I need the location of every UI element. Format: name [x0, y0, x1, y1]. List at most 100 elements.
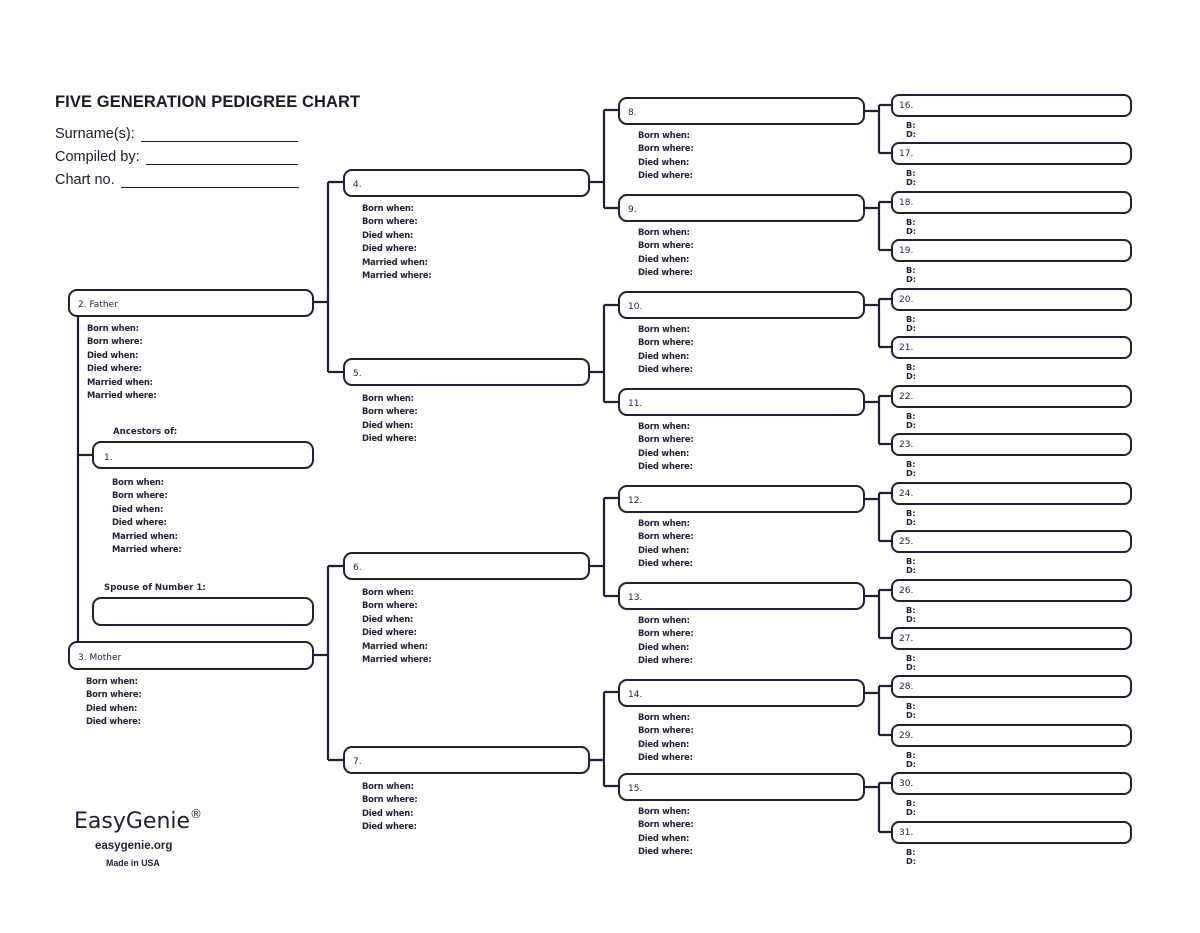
person-box-30[interactable]: 30.	[891, 772, 1132, 795]
field-label: Born where:	[86, 689, 142, 700]
person-box-31[interactable]: 31.	[891, 821, 1132, 844]
person-box-28[interactable]: 28.	[891, 675, 1132, 698]
field-label: Died where:	[362, 433, 417, 444]
brand-logo: EasyGenie®	[74, 807, 202, 834]
person-box-21[interactable]: 21.	[891, 336, 1132, 359]
person-box-24[interactable]: 24.	[891, 482, 1132, 505]
connector-6-to-12-13	[590, 496, 618, 598]
connector-14-to-28-29	[865, 684, 891, 737]
field-label: Died where:	[112, 517, 167, 528]
connector-9-to-18-19	[865, 200, 891, 252]
field-label: Born where:	[638, 531, 694, 542]
death-label: D:	[906, 516, 917, 527]
person-10-fields: Born when: Born where: Died when: Died wher…	[638, 323, 694, 377]
person-box-4[interactable]: 4.	[343, 169, 590, 197]
connector-5-to-10-11	[590, 303, 618, 404]
father-fields: Born when: Born where: Died when: Died w…	[87, 322, 157, 402]
person-label: 7.	[353, 757, 362, 767]
field-label: Died where:	[86, 716, 141, 727]
field-label: Born when:	[638, 712, 690, 722]
field-label: Died when:	[638, 641, 690, 652]
person-label: 29.	[899, 731, 914, 741]
person-19-bd: B: D:	[906, 266, 916, 283]
surname-field[interactable]	[140, 127, 298, 142]
person-box-9[interactable]: 9.	[618, 194, 865, 222]
person-box-1[interactable]: 1.	[92, 441, 314, 469]
chart-no-field[interactable]	[120, 173, 299, 188]
person-box-29[interactable]: 29.	[891, 724, 1132, 747]
compiled-by-field[interactable]	[145, 150, 298, 165]
person-box-8[interactable]: 8.	[618, 97, 865, 125]
person-label: 6.	[353, 563, 362, 573]
person-box-12[interactable]: 12.	[618, 485, 865, 513]
field-label: Died where:	[362, 627, 417, 638]
field-label: Died where:	[638, 558, 693, 569]
field-label: Born where:	[362, 600, 418, 611]
person-label: 20.	[899, 295, 914, 305]
field-label: Born where:	[362, 794, 418, 805]
person-label: 9.	[628, 205, 637, 215]
person-11-fields: Born when: Born where: Died when: Died wher…	[638, 420, 694, 474]
person-box-25[interactable]: 25.	[891, 530, 1132, 553]
person-box-3-mother[interactable]: 3. Mother	[68, 641, 314, 670]
person-1-fields: Born when: Born where: Died when: Died w…	[112, 476, 182, 556]
person-box-19[interactable]: 19.	[891, 239, 1132, 262]
field-label: Died where:	[638, 461, 693, 472]
field-label: Died when:	[362, 613, 414, 624]
spouse-box[interactable]	[92, 597, 314, 626]
person-box-11[interactable]: 11.	[618, 388, 865, 416]
connector-12-to-24-25	[865, 491, 891, 543]
person-box-13[interactable]: 13.	[618, 582, 865, 610]
field-label: Born when:	[638, 806, 690, 816]
person-box-10[interactable]: 10.	[618, 291, 865, 319]
person-box-15[interactable]: 15.	[618, 773, 865, 801]
connector-4-to-8-9	[590, 108, 618, 210]
person-9-fields: Born when: Born where: Died when: Died wher…	[638, 226, 694, 280]
field-label: Died where:	[362, 821, 417, 832]
person-box-18[interactable]: 18.	[891, 191, 1132, 214]
field-label: Born when:	[638, 324, 690, 334]
person-box-26[interactable]: 26.	[891, 579, 1132, 602]
person-box-22[interactable]: 22.	[891, 385, 1132, 408]
made-in-label: Made in USA	[106, 858, 160, 868]
death-label: D:	[906, 709, 917, 720]
person-box-14[interactable]: 14.	[618, 679, 865, 707]
death-label: D:	[906, 225, 917, 236]
person-box-7[interactable]: 7.	[343, 746, 590, 774]
person-31-bd: B: D:	[906, 848, 916, 865]
death-label: D:	[906, 467, 917, 478]
person-box-16[interactable]: 16.	[891, 94, 1132, 117]
field-label: Died where:	[638, 752, 693, 763]
person-box-5[interactable]: 5.	[343, 358, 590, 386]
person-20-bd: B: D:	[906, 315, 916, 332]
field-label: Married when:	[362, 640, 428, 651]
compiled-by-label: Compiled by:	[55, 149, 140, 165]
field-label: Born where:	[638, 240, 694, 251]
person-box-2-father[interactable]: 2. Father	[68, 289, 314, 317]
connector-11-to-22-23	[865, 394, 891, 446]
person-box-27[interactable]: 27.	[891, 627, 1132, 650]
website-link[interactable]: easygenie.org	[95, 840, 172, 852]
field-label: Died when:	[362, 229, 414, 240]
field-label: Born when:	[112, 477, 164, 487]
person-label: 27.	[899, 634, 914, 644]
field-label: Born when:	[638, 615, 690, 625]
death-label: D:	[906, 758, 917, 769]
field-label: Married where:	[362, 270, 432, 281]
connector-2-to-4-5	[314, 180, 343, 374]
person-box-23[interactable]: 23.	[891, 433, 1132, 456]
person-box-17[interactable]: 17.	[891, 142, 1132, 165]
page-title: FIVE GENERATION PEDIGREE CHART	[55, 93, 361, 111]
person-label: 3. Mother	[78, 653, 122, 663]
field-label: Died when:	[362, 419, 414, 430]
field-label: Died where:	[638, 267, 693, 278]
person-box-20[interactable]: 20.	[891, 288, 1132, 311]
person-label: 22.	[899, 392, 914, 402]
death-label: D:	[906, 322, 917, 333]
death-label: D:	[906, 273, 917, 284]
connector-10-to-20-21	[865, 297, 891, 349]
person-box-6[interactable]: 6.	[343, 552, 590, 580]
person-23-bd: B: D:	[906, 460, 916, 477]
connector-7-to-14-15	[590, 690, 618, 788]
field-label: Born where:	[362, 216, 418, 227]
